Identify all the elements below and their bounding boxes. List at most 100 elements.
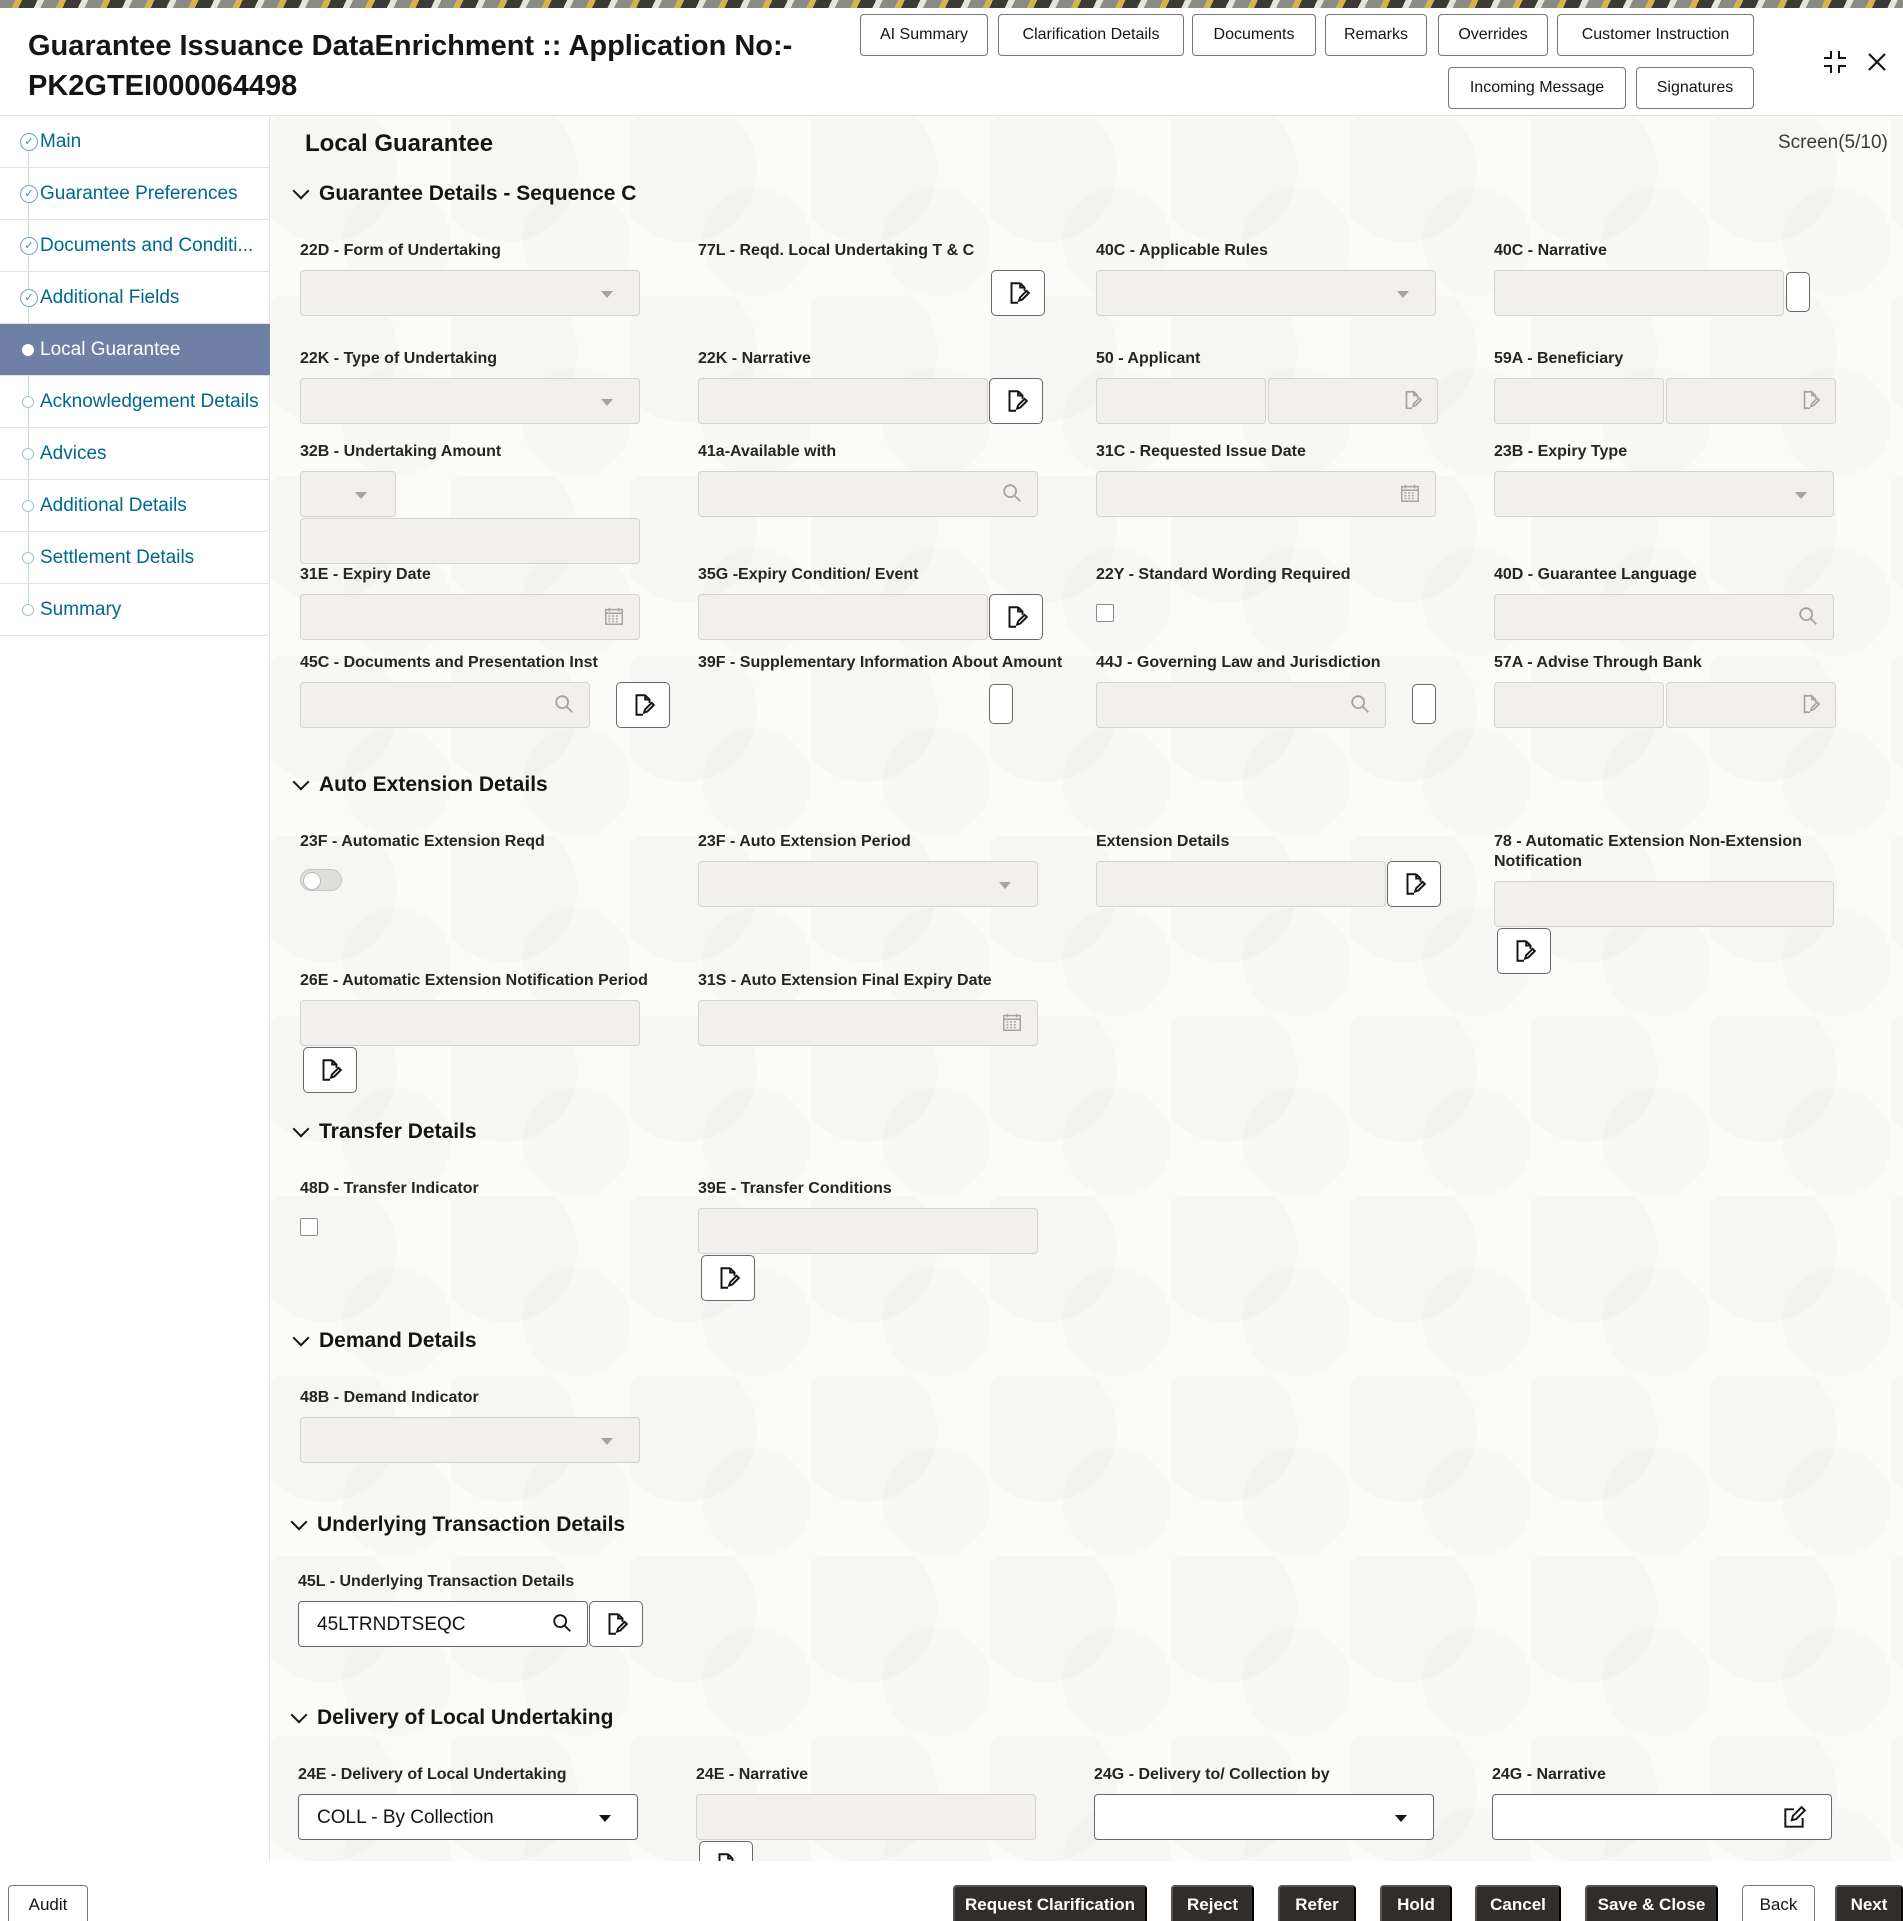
back-button[interactable]: Back <box>1742 1885 1815 1921</box>
request-clarification-button[interactable]: Request Clarification <box>953 1885 1147 1921</box>
edit-45l-button[interactable] <box>589 1601 643 1647</box>
sidebar-item-advices[interactable]: Advices <box>0 428 270 480</box>
hold-button[interactable]: Hold <box>1380 1885 1452 1921</box>
narrative-22k-input[interactable] <box>698 378 988 424</box>
sidebar-item-summary[interactable]: Summary <box>0 584 270 636</box>
search-icon[interactable] <box>1349 693 1371 715</box>
sidebar-item-local-guarantee[interactable]: Local Guarantee <box>0 324 270 376</box>
narrative-24e-input[interactable] <box>696 1794 1036 1840</box>
standard-wording-checkbox[interactable] <box>1096 604 1114 622</box>
sidebar-item-documents-and-conditions[interactable]: ✓ Documents and Conditi... <box>0 220 270 272</box>
final-expiry-date-input[interactable] <box>698 1000 1038 1046</box>
governing-law-input[interactable] <box>1096 682 1386 728</box>
sidebar-item-additional-details[interactable]: Additional Details <box>0 480 270 532</box>
currency-select[interactable] <box>300 471 396 517</box>
notification-period-input[interactable] <box>300 1000 640 1046</box>
calendar-icon[interactable] <box>1001 1011 1023 1033</box>
transfer-conditions-input[interactable] <box>698 1208 1038 1254</box>
calendar-icon[interactable] <box>1399 482 1421 504</box>
governing-law-expand-button[interactable] <box>1412 684 1436 724</box>
requested-issue-date-input[interactable] <box>1096 471 1436 517</box>
calendar-icon[interactable] <box>603 605 625 627</box>
edit-icon[interactable] <box>1781 1805 1807 1831</box>
documents-button[interactable]: Documents <box>1192 14 1316 56</box>
edit-document-icon[interactable] <box>1799 389 1821 411</box>
edit-39e-button[interactable] <box>701 1255 755 1301</box>
beneficiary-name-input[interactable] <box>1666 378 1836 424</box>
customer-instruction-button[interactable]: Customer Instruction <box>1557 14 1754 56</box>
edit-document-icon[interactable] <box>1799 693 1821 715</box>
edit-26e-button[interactable] <box>303 1047 357 1093</box>
edit-document-icon <box>715 1265 741 1291</box>
minimize-icon[interactable] <box>1818 45 1852 79</box>
sidebar-item-additional-fields[interactable]: ✓ Additional Fields <box>0 272 270 324</box>
clarification-details-button[interactable]: Clarification Details <box>998 14 1184 56</box>
refer-button[interactable]: Refer <box>1278 1885 1356 1921</box>
demand-indicator-select[interactable] <box>300 1417 640 1463</box>
remarks-button[interactable]: Remarks <box>1325 14 1427 56</box>
extension-details-input[interactable] <box>1096 861 1386 907</box>
narrative-40c-expand-button[interactable] <box>1786 272 1810 312</box>
edit-45c-button[interactable] <box>616 682 670 728</box>
form-of-undertaking-select[interactable] <box>300 270 640 316</box>
expiry-condition-input[interactable] <box>698 594 988 640</box>
sidebar-item-guarantee-preferences[interactable]: ✓ Guarantee Preferences <box>0 168 270 220</box>
sidebar-item-settlement-details[interactable]: Settlement Details <box>0 532 270 584</box>
narrative-40c-input[interactable] <box>1494 270 1784 316</box>
search-icon[interactable] <box>1001 482 1023 504</box>
sidebar-item-label: Guarantee Preferences <box>40 182 238 204</box>
expiry-type-select[interactable] <box>1494 471 1834 517</box>
applicant-name-input[interactable] <box>1268 378 1438 424</box>
edit-24e-narrative-button[interactable] <box>699 1841 753 1861</box>
sidebar-item-main[interactable]: ✓ Main <box>0 116 270 168</box>
search-icon[interactable] <box>1797 605 1819 627</box>
section-header-auto-extension[interactable]: Auto Extension Details <box>291 773 548 797</box>
section-header-guarantee-details[interactable]: Guarantee Details - Sequence C <box>291 182 636 206</box>
advise-through-bank-id-input[interactable] <box>1494 682 1664 728</box>
search-icon[interactable] <box>553 693 575 715</box>
cancel-button[interactable]: Cancel <box>1475 1885 1561 1921</box>
edit-document-icon <box>713 1851 739 1861</box>
ai-summary-button[interactable]: AI Summary <box>860 14 988 56</box>
search-icon[interactable] <box>551 1612 573 1634</box>
section-header-demand[interactable]: Demand Details <box>291 1329 477 1353</box>
sidebar-item-acknowledgement-details[interactable]: Acknowledgement Details <box>0 376 270 428</box>
overrides-button[interactable]: Overrides <box>1438 14 1548 56</box>
audit-button[interactable]: Audit <box>8 1885 88 1921</box>
applicant-id-input[interactable] <box>1096 378 1266 424</box>
edit-77l-button[interactable] <box>991 270 1045 316</box>
undertaking-amount-input[interactable] <box>300 518 640 564</box>
edit-78-button[interactable] <box>1497 928 1551 974</box>
signatures-button[interactable]: Signatures <box>1636 67 1754 109</box>
delivery-to-select[interactable] <box>1094 1794 1434 1840</box>
incoming-message-button[interactable]: Incoming Message <box>1448 67 1626 109</box>
transfer-indicator-checkbox[interactable] <box>300 1218 318 1236</box>
edit-22k-narrative-button[interactable] <box>989 378 1043 424</box>
sidebar-item-label: Summary <box>40 598 122 620</box>
applicable-rules-select[interactable] <box>1096 270 1436 316</box>
edit-document-icon[interactable] <box>1401 389 1423 411</box>
type-of-undertaking-select[interactable] <box>300 378 640 424</box>
documents-presentation-input[interactable] <box>300 682 590 728</box>
section-header-underlying[interactable]: Underlying Transaction Details <box>289 1513 625 1537</box>
underlying-transaction-input[interactable]: 45LTRNDTSEQC <box>298 1601 588 1647</box>
guarantee-language-input[interactable] <box>1494 594 1834 640</box>
beneficiary-id-input[interactable] <box>1494 378 1664 424</box>
delivery-of-undertaking-select[interactable]: COLL - By Collection <box>298 1794 638 1840</box>
expiry-date-input[interactable] <box>300 594 640 640</box>
close-icon[interactable] <box>1860 45 1894 79</box>
edit-extension-details-button[interactable] <box>1387 861 1441 907</box>
save-and-close-button[interactable]: Save & Close <box>1585 1885 1718 1921</box>
non-extension-notification-input[interactable] <box>1494 881 1834 927</box>
auto-extension-toggle[interactable] <box>300 869 342 891</box>
advise-through-bank-name-input[interactable] <box>1666 682 1836 728</box>
edit-35g-button[interactable] <box>989 594 1043 640</box>
section-header-delivery[interactable]: Delivery of Local Undertaking <box>289 1706 613 1730</box>
section-header-transfer[interactable]: Transfer Details <box>291 1120 477 1144</box>
supplementary-info-expand-button[interactable] <box>989 684 1013 724</box>
auto-extension-period-select[interactable] <box>698 861 1038 907</box>
reject-button[interactable]: Reject <box>1171 1885 1254 1921</box>
next-button[interactable]: Next <box>1835 1885 1903 1921</box>
available-with-input[interactable] <box>698 471 1038 517</box>
narrative-24g-input[interactable] <box>1492 1794 1832 1840</box>
